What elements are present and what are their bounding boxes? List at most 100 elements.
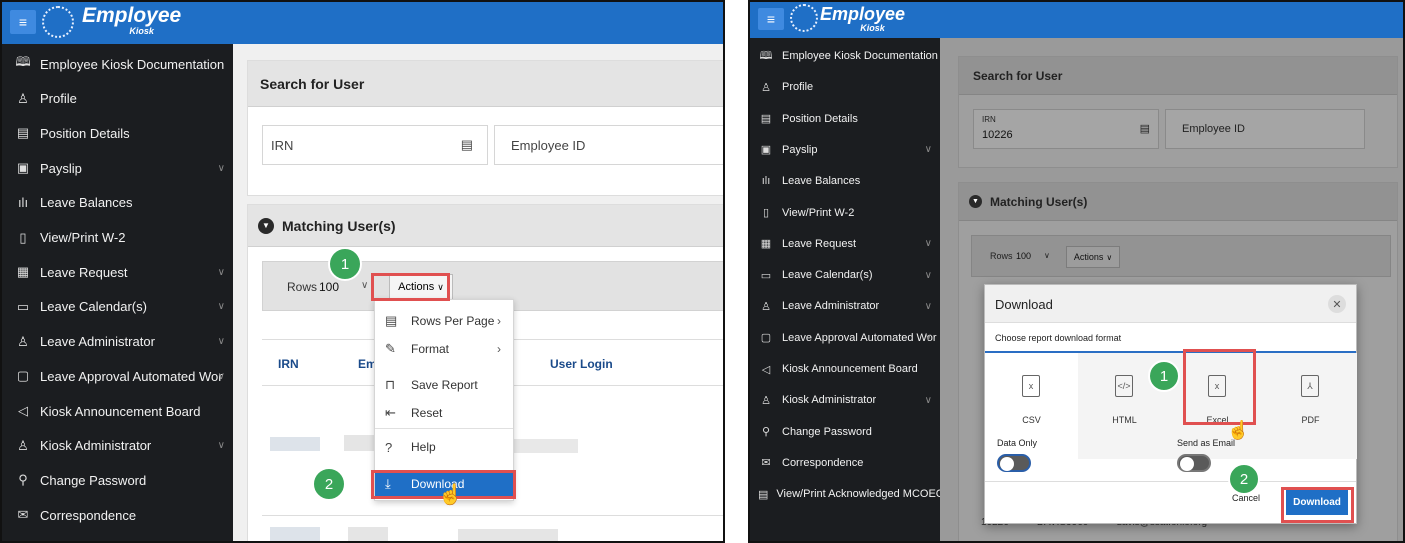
matching-users-title: Matching User(s)	[282, 217, 396, 234]
sidebar-item[interactable]: ♙ Leave Administrator ∨	[2, 325, 233, 359]
sidebar-item-label: Leave Calendar(s)	[40, 299, 147, 315]
id-card-icon: ▤	[16, 125, 30, 141]
sidebar-item[interactable]: ▤ Position Details	[750, 104, 940, 134]
sidebar-item[interactable]: ♙ Leave Administrator ∨	[750, 291, 940, 321]
sidebar-item[interactable]: ◁ Kiosk Announcement Board	[2, 394, 233, 428]
sidebar-item-label: Change Password	[40, 472, 147, 488]
money-icon: ▣	[16, 160, 30, 176]
kiosk-logo-icon	[790, 4, 818, 32]
rows-label: Rows	[287, 280, 318, 294]
sidebar-item[interactable]: ▢ Leave Approval Automated Wor ∨	[2, 359, 233, 393]
app-brand: Employee Kiosk	[82, 5, 181, 36]
chevron-down-icon: ∨	[217, 336, 225, 348]
collapse-triangle-icon[interactable]: ▼	[258, 217, 274, 234]
bookmark-icon: ⊓	[385, 377, 396, 392]
bar-chart-icon: ılı	[761, 175, 771, 188]
sidebar-item[interactable]: ▣ Payslip ∨	[2, 151, 233, 185]
hamburger-icon: ≡	[18, 14, 28, 30]
sidebar-item-label: View/Print W-2	[782, 206, 855, 219]
sidebar-item[interactable]: ✉ Correspondence	[2, 498, 233, 532]
sidebar-item[interactable]: ▦ Leave Request ∨	[2, 255, 233, 289]
sidebar-item[interactable]: ♙ Kiosk Administrator ∨	[750, 385, 940, 415]
chevron-down-icon: ∨	[924, 332, 932, 344]
employee-id-field[interactable]: Employee ID	[1165, 109, 1365, 149]
id-card-icon[interactable]: ▤	[461, 137, 473, 153]
sidebar-item[interactable]: 🕮 Employee Kiosk Documentation	[750, 41, 940, 71]
data-only-toggle[interactable]	[997, 454, 1031, 472]
calendar-icon: ▭	[16, 298, 30, 314]
rows-label: Rows	[990, 251, 1013, 261]
book-icon: 🕮	[759, 49, 773, 62]
matching-users-header: ▼ Matching User(s)	[248, 205, 723, 247]
bar-chart-icon: ılı	[17, 195, 29, 211]
menu-item-rows-per-page[interactable]: ▤ Rows Per Page ›	[375, 308, 513, 334]
sidebar-item[interactable]: ılı Leave Balances	[750, 166, 940, 196]
sidebar-item[interactable]: ⚲ Change Password	[750, 417, 940, 447]
document-icon: ▤	[758, 488, 769, 501]
column-header-user-login[interactable]: User Login	[550, 357, 613, 371]
employee-id-field[interactable]: Employee ID	[494, 125, 723, 165]
chevron-down-icon: ∨	[924, 144, 932, 156]
menu-item-label: Format	[411, 342, 450, 356]
sidebar-item-label: Leave Balances	[40, 195, 133, 211]
sidebar-item[interactable]: ▤ Position Details	[2, 116, 233, 150]
sidebar-item[interactable]: ▦ Leave Request ∨	[750, 229, 940, 259]
sidebar-item[interactable]: ⚲ Change Password	[2, 463, 233, 497]
user-admin-icon: ♙	[17, 333, 29, 349]
menu-item-help[interactable]: ? Help	[375, 434, 513, 460]
rows-select[interactable]: 100	[319, 280, 339, 294]
sidebar-item-label: Leave Balances	[782, 175, 861, 188]
sidebar-item[interactable]: ✉ Correspondence	[750, 448, 940, 478]
sidebar-item[interactable]: ▯ View/Print W-2	[2, 221, 233, 255]
column-header-irn[interactable]: IRN	[278, 357, 299, 371]
sidebar-item[interactable]: ▣ Payslip ∨	[750, 135, 940, 165]
send-as-email-toggle[interactable]	[1177, 454, 1211, 472]
irn-field[interactable]: IRN 10226 ▤	[973, 109, 1159, 149]
app-header: ≡ Employee Kiosk	[2, 2, 723, 44]
person-icon: ♙	[761, 81, 771, 94]
format-label: CSV	[1022, 415, 1041, 425]
sidebar-item[interactable]: ♙ Profile	[2, 82, 233, 116]
sidebar-item[interactable]: ▢ Leave Approval Automated Wor ∨	[750, 323, 940, 353]
hamburger-icon: ≡	[766, 11, 776, 27]
format-option-pdf[interactable]: ⅄ PDF	[1264, 353, 1357, 459]
sidebar-item[interactable]: ◁ Kiosk Announcement Board	[750, 354, 940, 384]
highlight-excel-box	[1183, 349, 1256, 425]
sidebar-item[interactable]: ▭ Leave Calendar(s) ∨	[750, 260, 940, 290]
menu-item-format[interactable]: ✎ Format ›	[375, 336, 513, 362]
right-screenshot-panel: ≡ Employee Kiosk 🕮 Employee Kiosk Document…	[748, 0, 1405, 543]
sidebar-item-label: Position Details	[782, 112, 858, 125]
table-row-divider	[262, 515, 723, 516]
actions-button[interactable]: Actions ∨	[1066, 246, 1120, 268]
rows-select[interactable]: 100	[1016, 251, 1031, 261]
app-title: Employee	[820, 4, 906, 24]
chevron-down-icon: ∨	[217, 266, 225, 278]
menu-item-save-report[interactable]: ⊓ Save Report	[375, 372, 513, 398]
id-card-icon[interactable]: ▤	[1140, 122, 1150, 135]
sidebar-item[interactable]: ▭ Leave Calendar(s) ∨	[2, 290, 233, 324]
sidebar-item[interactable]: ♙ Profile	[750, 72, 940, 102]
sidebar-item[interactable]: ▤ View/Print Acknowledged MCOECN	[750, 479, 940, 509]
hamburger-menu-button[interactable]: ≡	[758, 8, 784, 30]
chevron-right-icon: ›	[497, 314, 501, 328]
sidebar-item[interactable]: ılı Leave Balances	[2, 186, 233, 220]
close-icon[interactable]: ✕	[1328, 295, 1346, 313]
app-brand: Employee Kiosk	[820, 5, 905, 33]
step-badge-1: 1	[328, 247, 362, 281]
mail-icon: ✉	[761, 457, 771, 470]
sidebar-item-label: Kiosk Announcement Board	[782, 363, 918, 375]
user-admin-icon: ♙	[761, 300, 771, 313]
left-screenshot-panel: ≡ Employee Kiosk 🕮 Employee Kiosk Document…	[0, 0, 725, 543]
hamburger-menu-button[interactable]: ≡	[10, 10, 36, 34]
sidebar-item[interactable]: ▯ View/Print W-2	[750, 198, 940, 228]
sidebar-item[interactable]: ♙ Kiosk Administrator ∨	[2, 429, 233, 463]
chevron-down-icon: ∨	[217, 162, 225, 174]
collapse-triangle-icon[interactable]: ▼	[969, 195, 982, 208]
redacted-cell	[270, 527, 320, 541]
menu-item-reset[interactable]: ⇤ Reset	[375, 400, 513, 426]
dialog-tab[interactable]: Choose report download format	[995, 333, 1121, 343]
app-header: ≡ Employee Kiosk	[750, 2, 1403, 38]
irn-field[interactable]: IRN ▤	[262, 125, 488, 165]
format-label: HTML	[1112, 415, 1137, 425]
sidebar-item[interactable]: 🕮 Employee Kiosk Documentation	[2, 47, 233, 81]
